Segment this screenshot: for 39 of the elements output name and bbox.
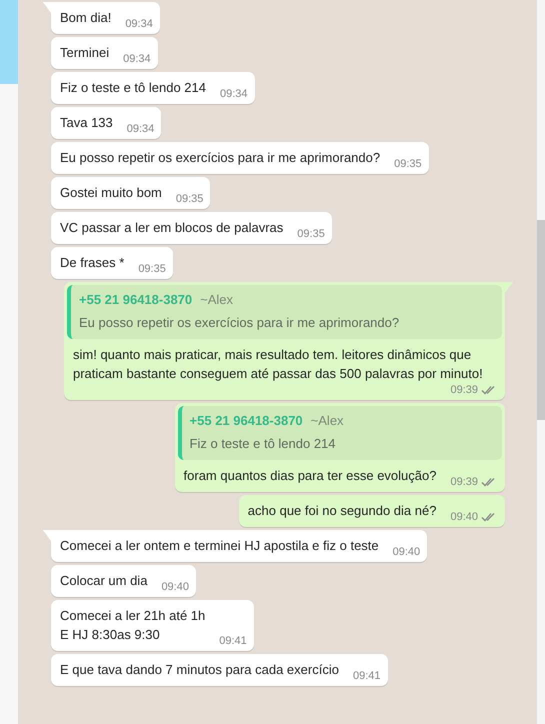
quoted-sender-name: ~Alex [200,291,234,309]
message-time: 09:41 [219,634,247,648]
quoted-message[interactable]: +55 21 96418-3870 ~Alex Eu posso repetir os exercícios para ir me aprimorando? [67,285,502,339]
quoted-message[interactable]: +55 21 96418-3870 ~Alex Fiz o teste e tô lendo 214 [178,406,502,460]
message-time: 09:34 [220,87,248,101]
message-text: Fiz o teste e tô lendo 214 [60,79,206,97]
message-text: VC passar a ler em blocos de palavras [60,219,284,237]
message-time: 09:34 [123,52,151,66]
message-text: Eu posso repetir os exercícios para ir me aprimorando? [60,149,380,167]
message-time: 09:35 [394,157,422,171]
message-time: 09:39 [450,383,478,397]
message-time: 09:34 [126,122,154,136]
message-text: Colocar um dia [60,572,148,590]
message-text: E que tava dando 7 minutos para cada exercício [60,661,339,679]
message-text: sim! quanto mais praticar, mais resultado tem. leitores dinâmicos que praticam bastante conseguem até passar das 500 palavras por minuto! [73,346,484,383]
message-time: 09:40 [450,510,478,524]
message-text: De frases * [60,254,124,272]
message-time: 09:35 [297,227,325,241]
message-time: 09:41 [352,669,380,683]
message-text: Tava 133 [60,114,113,132]
message-text: foram quantos dias para ter esse evolução? [184,467,436,485]
quoted-sender-phone: +55 21 96418-3870 [79,291,192,309]
message-text: acho que foi no segundo dia né? [248,502,436,520]
message-text: Comecei a ler ontem e terminei HJ apostila e fiz o teste [60,537,379,555]
quoted-text: Fiz o teste e tô lendo 214 [190,435,337,453]
message-text: Gostei muito bom [60,184,162,202]
message-time: 09:40 [392,545,420,559]
message-time: 09:40 [161,580,189,594]
message-text: Comecei a ler 21h até 1h E HJ 8:30as 9:30 [60,607,206,644]
message-time: 09:35 [138,262,166,276]
message-text: Terminei [60,44,110,62]
quoted-sender-name: ~Alex [310,412,344,430]
message-time: 09:34 [125,17,153,31]
message-text: Bom dia! [60,9,112,27]
message-time: 09:35 [176,192,204,206]
quoted-text: Eu posso repetir os exercícios para ir me aprimorando? [79,314,400,332]
scrollbar-thumb[interactable] [537,220,545,420]
quoted-sender-phone: +55 21 96418-3870 [190,412,303,430]
message-time: 09:39 [450,475,478,489]
